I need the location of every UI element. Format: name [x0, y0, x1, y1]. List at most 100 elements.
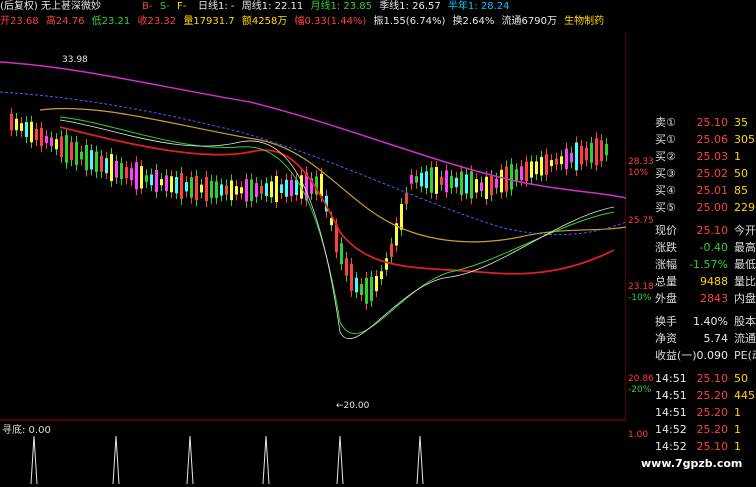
chart-title: (后复权) 无上甚深微妙 [0, 1, 101, 12]
candle [425, 171, 428, 189]
tick-price: 25.20 [696, 406, 729, 419]
stat-value: 2843 [700, 292, 728, 305]
candle [545, 154, 548, 175]
ma-header: 日线1: - 周线1: 22.11 月线1: 23.85 季线1: 26.57 … [198, 0, 513, 15]
tick-price: 25.10 [696, 372, 729, 385]
stat-value: -1.57% [689, 258, 728, 271]
candle [360, 284, 363, 296]
candle [340, 243, 343, 265]
ma-week: 周线1: 22.11 [241, 1, 304, 12]
axis-label: 28.33 [628, 157, 654, 167]
stat-label-2: 量比 [734, 275, 756, 288]
candle [385, 258, 388, 270]
candles [10, 107, 608, 310]
ma-quarter: 季线1: 26.57 [379, 1, 441, 12]
candle [90, 150, 93, 170]
candle [460, 171, 463, 195]
ma-month: 月线1: 23.85 [310, 1, 372, 12]
candle [555, 158, 558, 165]
candle [20, 123, 23, 131]
candle [30, 121, 33, 143]
buy-label: 买③ [655, 167, 676, 180]
candle [530, 161, 533, 178]
candle [40, 127, 43, 147]
candle [275, 176, 278, 202]
indicator-spike [30, 435, 38, 485]
candle [500, 169, 503, 193]
candle [430, 167, 433, 193]
tick-time: 14:52 [655, 440, 687, 453]
buy-row: 买④ 25.01 85 [652, 182, 756, 199]
buy-volume: 85 [734, 184, 748, 197]
candle [485, 176, 488, 200]
candle [235, 186, 238, 195]
candle [245, 179, 248, 202]
candle [175, 176, 178, 194]
candle [465, 174, 468, 194]
candle [115, 160, 118, 178]
kline-chart[interactable]: 33.98 ←20.00 [0, 32, 626, 420]
axis-label: -10% [628, 293, 652, 303]
buy-row: 买⑤ 25.00 229 [652, 199, 756, 216]
candle [120, 163, 123, 180]
turnover-value: 换2.64% [452, 16, 495, 27]
candle [585, 147, 588, 161]
tick-row: 14:51 25.20 445 [652, 387, 756, 404]
candle [380, 271, 383, 280]
candle [270, 181, 273, 198]
stat2-row: 换手 1.40% 股本 [652, 313, 756, 330]
stat-label: 现价 [655, 224, 677, 237]
candle [355, 277, 358, 293]
amount-value: 额4258万 [241, 16, 288, 27]
candle [105, 158, 108, 174]
candle [45, 135, 48, 143]
stat-label: 外盘 [655, 292, 677, 305]
candle [375, 275, 378, 292]
axis-label: -20% [628, 385, 652, 395]
tick-time: 14:51 [655, 372, 687, 385]
axis-label: 1.00 [628, 430, 649, 440]
candle [215, 181, 218, 199]
candle [390, 243, 393, 257]
candle [50, 137, 53, 147]
high-value: 高24.76 [45, 16, 85, 27]
sector-value: 生物制药 [564, 16, 605, 27]
candle [65, 135, 68, 163]
candle [250, 179, 253, 202]
ma-half: 半年1: 28.24 [447, 1, 510, 12]
buy-row: 买③ 25.02 50 [652, 165, 756, 182]
close-value: 收23.32 [137, 16, 177, 27]
tick-volume: 50 [734, 372, 748, 385]
stat-label-2: 内盘 [734, 292, 756, 305]
volume-value: 量17931.7 [183, 16, 235, 27]
indicator-spike [186, 435, 194, 485]
tick-time: 14:51 [655, 389, 687, 402]
candle [420, 172, 423, 187]
axis-label: 10% [628, 168, 649, 178]
candle [35, 128, 38, 141]
candle [510, 164, 513, 190]
candle [540, 156, 543, 176]
tick-volume: 1 [734, 406, 741, 419]
candle [575, 142, 578, 171]
tick-volume: 1 [734, 440, 741, 453]
change-value: 幅0.33(1.44%) [294, 16, 367, 27]
candle [600, 140, 603, 162]
candle [570, 152, 573, 163]
candle [265, 183, 268, 196]
indicator-chart[interactable] [0, 420, 626, 487]
stat-value: 25.10 [696, 224, 729, 237]
bsf-f: F- [176, 1, 187, 12]
tick-time: 14:51 [655, 406, 687, 419]
candle [190, 177, 193, 198]
candle [590, 142, 593, 163]
candle [345, 257, 348, 276]
candle [255, 183, 258, 198]
stat-row: 总量 9488 量比 [652, 273, 756, 290]
stat-label-2: 最高 [734, 241, 756, 254]
candle [160, 179, 163, 186]
candle [415, 176, 418, 183]
candle [155, 169, 158, 193]
stat-value: 9488 [700, 275, 728, 288]
candle [205, 176, 208, 202]
